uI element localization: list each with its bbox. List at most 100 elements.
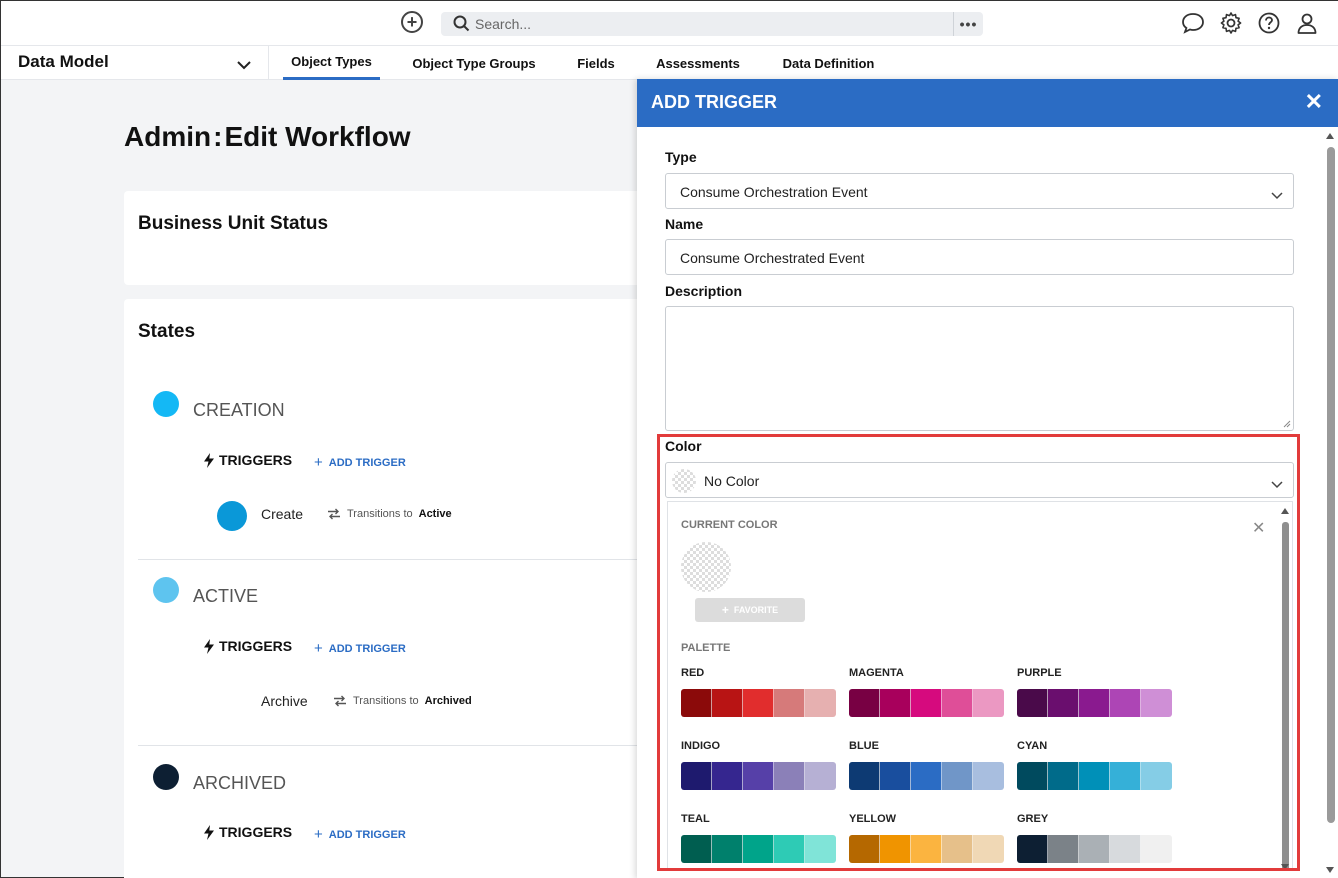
color-swatch[interactable] xyxy=(973,835,1004,863)
color-swatch[interactable] xyxy=(1079,835,1110,863)
tab-assessments[interactable]: Assessments xyxy=(649,46,747,80)
state-color-dot xyxy=(153,764,179,790)
color-swatch[interactable] xyxy=(1017,689,1048,717)
name-input[interactable]: Consume Orchestrated Event xyxy=(665,239,1294,275)
color-swatch[interactable] xyxy=(1141,762,1172,790)
color-swatch[interactable] xyxy=(743,762,774,790)
color-swatch[interactable] xyxy=(911,835,942,863)
color-swatch[interactable] xyxy=(805,689,836,717)
favorite-button[interactable]: + FAVORITE xyxy=(695,598,805,622)
scrollbar-thumb[interactable] xyxy=(1327,147,1335,823)
search-input[interactable] xyxy=(475,12,945,36)
color-swatch[interactable] xyxy=(1048,762,1079,790)
color-swatch[interactable] xyxy=(880,835,911,863)
lightning-icon xyxy=(204,638,214,654)
add-circle-icon[interactable]: + xyxy=(401,11,423,33)
color-swatch[interactable] xyxy=(849,762,880,790)
color-select[interactable]: No Color xyxy=(665,462,1294,498)
add-trigger-link[interactable]: + ADD TRIGGER xyxy=(314,454,406,471)
color-swatch[interactable] xyxy=(942,762,973,790)
color-swatch[interactable] xyxy=(880,762,911,790)
palette-family-name: BLUE xyxy=(849,740,879,752)
color-swatch[interactable] xyxy=(681,835,712,863)
color-swatch[interactable] xyxy=(1079,689,1110,717)
plus-icon: + xyxy=(314,826,323,843)
scroll-down-arrow-icon[interactable] xyxy=(1326,867,1334,873)
transition-name[interactable]: Archive xyxy=(261,693,308,709)
type-select[interactable]: Consume Orchestration Event xyxy=(665,173,1294,209)
triggers-label: TRIGGERS xyxy=(203,824,292,840)
color-swatch[interactable] xyxy=(1141,835,1172,863)
add-trigger-link[interactable]: + ADD TRIGGER xyxy=(314,640,406,657)
resize-handle-icon[interactable] xyxy=(1282,419,1291,428)
color-swatch[interactable] xyxy=(1079,762,1110,790)
color-swatch[interactable] xyxy=(712,762,743,790)
scroll-down-arrow-icon[interactable] xyxy=(1281,864,1289,870)
color-swatch[interactable] xyxy=(805,835,836,863)
color-swatch[interactable] xyxy=(1110,835,1141,863)
add-trigger-link[interactable]: + ADD TRIGGER xyxy=(314,826,406,843)
color-swatch[interactable] xyxy=(743,835,774,863)
scroll-up-arrow-icon[interactable] xyxy=(1281,508,1289,514)
palette-swatch-row xyxy=(849,762,1004,790)
color-swatch[interactable] xyxy=(805,762,836,790)
data-model-select[interactable]: Data Model xyxy=(1,46,269,80)
more-options-icon[interactable]: ••• xyxy=(953,12,983,36)
data-model-select-label: Data Model xyxy=(18,52,109,71)
plus-icon: + xyxy=(721,603,729,617)
close-icon[interactable]: ✕ xyxy=(1252,518,1265,538)
color-swatch[interactable] xyxy=(681,762,712,790)
color-swatch[interactable] xyxy=(1017,835,1048,863)
triggers-text: TRIGGERS xyxy=(219,824,293,840)
color-swatch[interactable] xyxy=(911,689,942,717)
palette-swatch-row xyxy=(681,835,836,863)
drawer-scrollbar[interactable] xyxy=(1325,131,1335,875)
transition-name[interactable]: Create xyxy=(261,506,303,522)
color-swatch[interactable] xyxy=(1048,689,1079,717)
color-swatch[interactable] xyxy=(681,689,712,717)
color-swatch[interactable] xyxy=(712,835,743,863)
page-title: Admin:Edit Workflow xyxy=(124,121,411,153)
scroll-up-arrow-icon[interactable] xyxy=(1326,133,1334,139)
description-textarea[interactable] xyxy=(665,306,1294,431)
tab-data-definition[interactable]: Data Definition xyxy=(773,46,884,80)
color-swatch[interactable] xyxy=(849,689,880,717)
scrollbar-thumb[interactable] xyxy=(1282,522,1289,870)
color-swatch[interactable] xyxy=(849,835,880,863)
tab-fields[interactable]: Fields xyxy=(567,46,625,80)
chat-icon[interactable] xyxy=(1181,11,1205,35)
color-label: Color xyxy=(665,438,702,454)
tab-object-types[interactable]: Object Types xyxy=(283,46,380,80)
color-swatch[interactable] xyxy=(880,689,911,717)
color-swatch[interactable] xyxy=(774,689,805,717)
color-swatch[interactable] xyxy=(942,835,973,863)
palette-family-name: INDIGO xyxy=(681,740,721,752)
color-swatch[interactable] xyxy=(973,689,1004,717)
color-swatch[interactable] xyxy=(1017,762,1048,790)
search-bar[interactable]: ••• xyxy=(441,12,983,36)
close-icon[interactable]: ✕ xyxy=(1305,89,1323,115)
color-swatch[interactable] xyxy=(774,835,805,863)
color-swatch[interactable] xyxy=(973,762,1004,790)
help-icon[interactable] xyxy=(1257,11,1281,35)
palette-swatch-row xyxy=(849,835,1004,863)
color-swatch[interactable] xyxy=(774,762,805,790)
palette-swatch-row xyxy=(849,689,1004,717)
color-swatch[interactable] xyxy=(1048,835,1079,863)
color-swatch[interactable] xyxy=(942,689,973,717)
color-swatch[interactable] xyxy=(743,689,774,717)
color-swatch[interactable] xyxy=(712,689,743,717)
lightning-icon xyxy=(204,452,214,468)
drawer-title: ADD TRIGGER xyxy=(651,92,777,112)
user-icon[interactable] xyxy=(1295,11,1319,35)
plus-icon: + xyxy=(314,454,323,471)
gear-icon[interactable] xyxy=(1219,11,1243,35)
color-panel-scrollbar[interactable] xyxy=(1280,506,1290,870)
color-swatch[interactable] xyxy=(1110,689,1141,717)
color-swatch[interactable] xyxy=(1110,762,1141,790)
tab-object-type-groups[interactable]: Object Type Groups xyxy=(405,46,543,80)
name-input-value: Consume Orchestrated Event xyxy=(680,250,865,266)
color-swatch[interactable] xyxy=(911,762,942,790)
add-trigger-text: ADD TRIGGER xyxy=(328,456,406,469)
color-swatch[interactable] xyxy=(1141,689,1172,717)
